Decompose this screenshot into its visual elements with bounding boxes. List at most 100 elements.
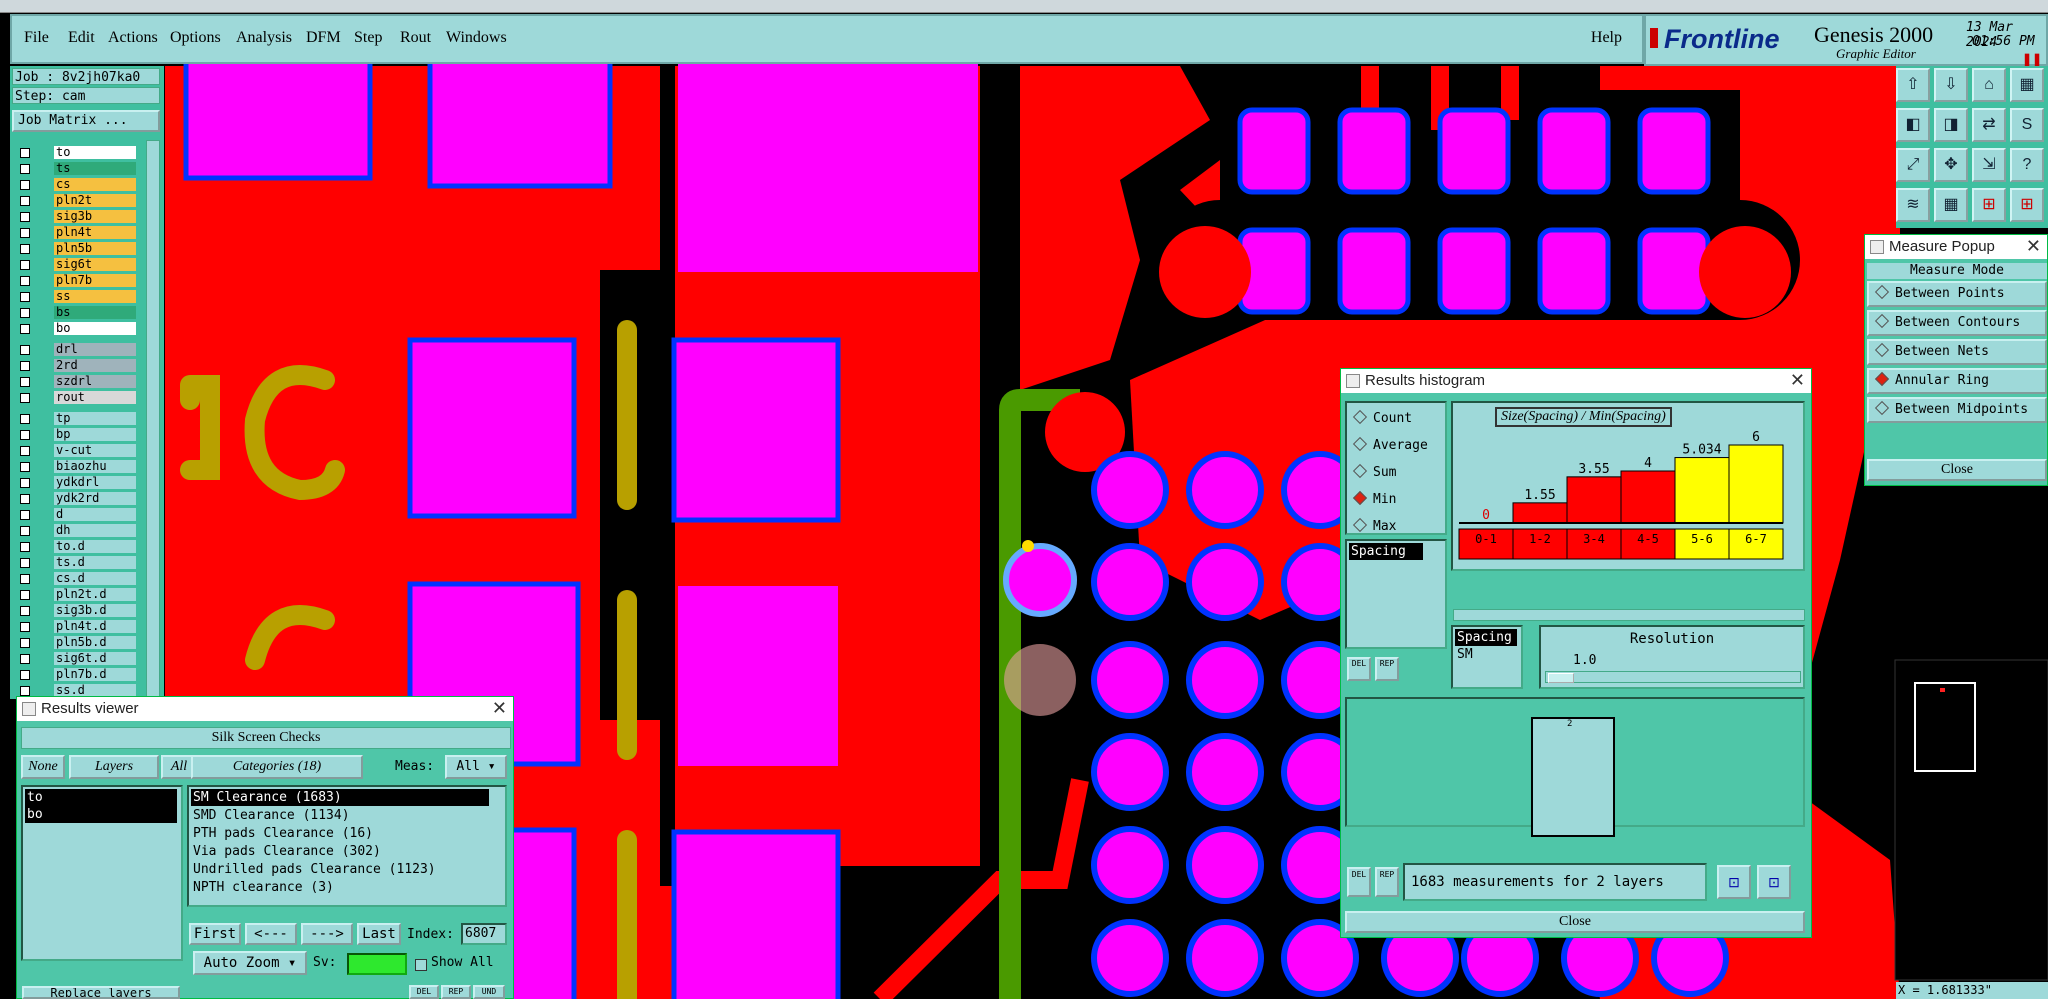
net-select-icon[interactable]: ⊞: [2010, 188, 2044, 222]
layer-checkbox[interactable]: [20, 558, 30, 568]
index-input[interactable]: 6807: [461, 923, 507, 945]
layer-row[interactable]: bo: [16, 322, 142, 336]
layer-checkbox[interactable]: [20, 446, 30, 456]
layer-row[interactable]: bp: [16, 428, 142, 442]
measure-popup-titlebar[interactable]: Measure Popup ✕: [1865, 235, 2047, 259]
meas-select[interactable]: All ▾: [445, 755, 507, 779]
grid-icon[interactable]: ▦: [1934, 188, 1968, 222]
layer-checkbox[interactable]: [20, 606, 30, 616]
menu-file[interactable]: File: [24, 29, 49, 47]
layer-result-list[interactable]: to bo: [21, 785, 183, 961]
menu-help[interactable]: Help: [1591, 29, 1622, 47]
layer-checkbox[interactable]: [20, 654, 30, 664]
type-item[interactable]: Spacing: [1455, 629, 1517, 646]
layer-row[interactable]: ydk2rd: [16, 492, 142, 506]
measurement-type-list[interactable]: Spacing SM: [1451, 625, 1523, 689]
layer-row[interactable]: sig6t: [16, 258, 142, 272]
layer-row[interactable]: pln5b: [16, 242, 142, 256]
spacing-item[interactable]: Spacing: [1349, 543, 1423, 560]
close-icon[interactable]: ✕: [1790, 369, 1805, 391]
histogram-bar[interactable]: [1674, 457, 1730, 524]
scale-icon[interactable]: ⇲: [1972, 148, 2006, 182]
result-layer-to[interactable]: to: [25, 789, 177, 806]
histogram-bar[interactable]: [1566, 476, 1622, 524]
layer-checkbox[interactable]: [20, 414, 30, 424]
layer-row[interactable]: pln4t: [16, 226, 142, 240]
previous-button[interactable]: <---: [245, 923, 297, 945]
layer-checkbox[interactable]: [20, 148, 30, 158]
layer-row[interactable]: pln2t.d: [16, 588, 142, 602]
layer-row[interactable]: pln5b.d: [16, 636, 142, 650]
replace-button[interactable]: REP: [441, 985, 471, 999]
layer-checkbox[interactable]: [20, 622, 30, 632]
snap-icon[interactable]: S: [2010, 108, 2044, 142]
result-layer-bo[interactable]: bo: [25, 806, 177, 823]
between-nets-radio[interactable]: Between Nets: [1867, 339, 2047, 365]
mode-average-radio[interactable]: Average: [1352, 436, 1428, 453]
layer-checkbox[interactable]: [20, 292, 30, 302]
none-button[interactable]: None: [21, 755, 65, 779]
del-button[interactable]: DEL: [1347, 657, 1371, 681]
layer-checkbox[interactable]: [20, 686, 30, 696]
layer-row[interactable]: to.d: [16, 540, 142, 554]
layer-row[interactable]: d: [16, 508, 142, 522]
between-contours-radio[interactable]: Between Contours: [1867, 310, 2047, 336]
layer-checkbox[interactable]: [20, 574, 30, 584]
menu-dfm[interactable]: DFM: [306, 29, 341, 47]
query-icon[interactable]: ?: [2010, 148, 2044, 182]
close-icon[interactable]: ✕: [2026, 235, 2041, 257]
layer-row[interactable]: pln7b: [16, 274, 142, 288]
menu-edit[interactable]: Edit: [68, 29, 95, 47]
swap-icon[interactable]: ⇄: [1972, 108, 2006, 142]
delete-button[interactable]: DEL: [409, 985, 439, 999]
layer-row[interactable]: drl: [16, 343, 142, 357]
layer-scrollbar[interactable]: [146, 140, 160, 699]
net-icon[interactable]: ⊞: [1972, 188, 2006, 222]
layer-checkbox[interactable]: [20, 324, 30, 334]
menu-analysis[interactable]: Analysis: [236, 29, 292, 47]
layer-row[interactable]: cs: [16, 178, 142, 192]
layer-row[interactable]: rout: [16, 391, 142, 405]
first-button[interactable]: First: [189, 923, 241, 945]
mode-sum-radio[interactable]: Sum: [1352, 463, 1396, 480]
layer-checkbox[interactable]: [20, 478, 30, 488]
undo-button[interactable]: UND: [473, 985, 505, 999]
histogram-bar[interactable]: [1620, 470, 1676, 524]
layer-row[interactable]: v-cut: [16, 444, 142, 458]
between-points-radio[interactable]: Between Points: [1867, 281, 2047, 307]
layer-checkbox[interactable]: [20, 526, 30, 536]
layer-row[interactable]: bs: [16, 306, 142, 320]
between-midpoints-radio[interactable]: Between Midpoints: [1867, 397, 2047, 423]
save-icon[interactable]: ⇩: [1934, 68, 1968, 102]
histogram-titlebar[interactable]: Results histogram ✕: [1341, 369, 1811, 393]
last-button[interactable]: Last: [357, 923, 401, 945]
zoom-center-icon[interactable]: ✥: [1934, 148, 1968, 182]
histogram-close-button[interactable]: Close: [1345, 911, 1805, 933]
layer-row[interactable]: ts.d: [16, 556, 142, 570]
layer-row[interactable]: pln4t.d: [16, 620, 142, 634]
category-item[interactable]: PTH pads Clearance (16): [191, 825, 373, 842]
category-item[interactable]: Via pads Clearance (302): [191, 843, 381, 860]
histogram-bar[interactable]: [1728, 444, 1784, 524]
rep-button[interactable]: REP: [1375, 867, 1399, 897]
resolution-slider-handle[interactable]: [1548, 673, 1574, 683]
layer-checkbox[interactable]: [20, 542, 30, 552]
category-list[interactable]: SM Clearance (1683) SMD Clearance (1134)…: [187, 785, 507, 907]
next-button[interactable]: --->: [301, 923, 353, 945]
layer-checkbox[interactable]: [20, 430, 30, 440]
layer-checkbox[interactable]: [20, 180, 30, 190]
layer-checkbox[interactable]: [20, 377, 30, 387]
show-all-checkbox[interactable]: [415, 959, 427, 971]
layer-row[interactable]: sig3b.d: [16, 604, 142, 618]
menu-rout[interactable]: Rout: [400, 29, 431, 47]
severity-color-select[interactable]: [347, 953, 407, 975]
layer-checkbox[interactable]: [20, 393, 30, 403]
category-item[interactable]: Undrilled pads Clearance (1123): [191, 861, 436, 878]
category-item[interactable]: NPTH clearance (3): [191, 879, 334, 896]
categories-button[interactable]: Categories (18): [191, 755, 363, 779]
layer-row[interactable]: to: [16, 146, 142, 160]
menu-options[interactable]: Options: [170, 29, 221, 47]
layer-row[interactable]: biaozhu: [16, 460, 142, 474]
layer-checkbox[interactable]: [20, 361, 30, 371]
layer-checkbox[interactable]: [20, 510, 30, 520]
